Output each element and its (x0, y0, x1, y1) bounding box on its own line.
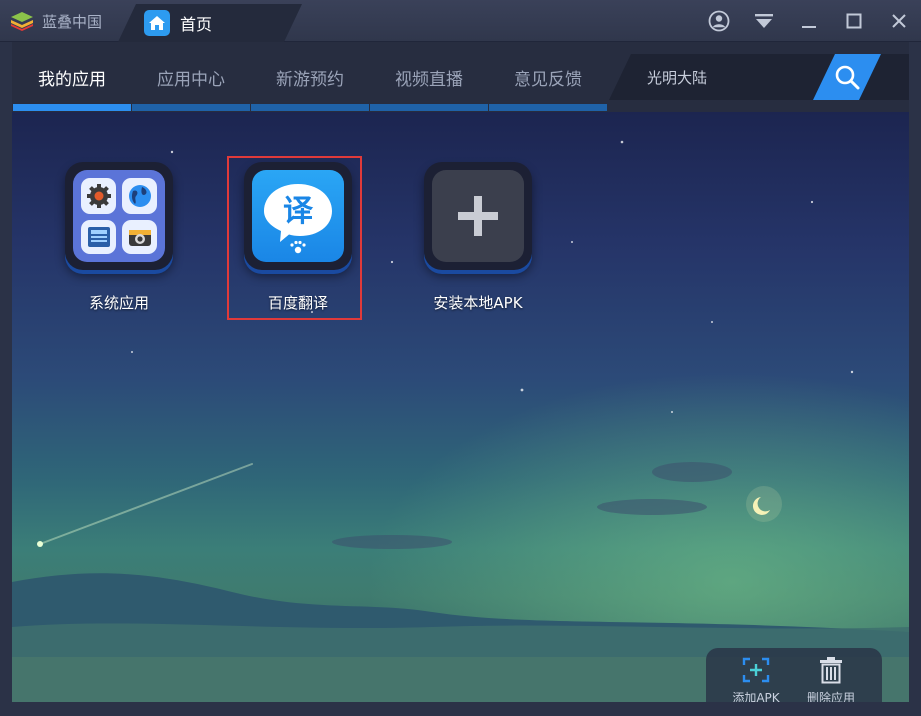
minimize-icon (801, 26, 816, 28)
camera-icon (122, 220, 157, 254)
add-apk-label: 添加APK (732, 691, 780, 702)
search-button[interactable] (813, 54, 881, 100)
trash-icon (820, 657, 842, 684)
minimize-button[interactable] (786, 0, 831, 42)
home-tab-label: 首页 (180, 15, 213, 34)
search-icon (834, 64, 860, 90)
app-tile (424, 162, 532, 270)
tab-home[interactable]: 首页 (118, 4, 302, 42)
app-name: 蓝叠中国 (42, 12, 103, 31)
tab-underline (370, 104, 488, 111)
app-label: 安装本地APK (433, 294, 523, 312)
menu-button[interactable] (741, 0, 786, 42)
add-apk-icon (742, 657, 770, 683)
search-input-text: 光明大陆 (647, 69, 708, 87)
account-button[interactable] (696, 0, 741, 42)
nav-bar: 我的应用 应用中心 新游预约 视频直播 意见反馈 光明大陆 (12, 42, 909, 112)
delete-app-label: 删除应用 (806, 691, 855, 702)
tab-label: 应用中心 (157, 69, 225, 90)
delete-app-button[interactable]: 删除应用 (796, 656, 866, 702)
tab-label: 意见反馈 (514, 69, 582, 90)
dropdown-menu-icon (754, 14, 773, 28)
selection-highlight (227, 156, 362, 320)
app-install-local-apk[interactable]: 安装本地APK (408, 162, 548, 313)
system-apps-icon (73, 170, 165, 262)
tab-my-apps[interactable]: 我的应用 (13, 42, 131, 112)
brand: 蓝叠中国 (0, 0, 140, 42)
home-icon (144, 10, 170, 36)
close-icon (891, 14, 906, 28)
tab-label: 视频直播 (395, 69, 463, 90)
file-manager-icon (81, 220, 116, 254)
search-input[interactable]: 光明大陆 (609, 54, 909, 100)
app-tile (65, 162, 173, 270)
app-label: 系统应用 (88, 294, 149, 312)
tab-underline (132, 104, 250, 111)
maximize-icon (846, 13, 861, 29)
settings-gear-icon (81, 178, 116, 214)
my-apps-panel: 系统应用 译 百度翻译 安装本地APK 添加APK 删除应用 (12, 112, 909, 702)
bottom-dock: 添加APK 删除应用 (706, 648, 882, 702)
window-bottom-border (0, 702, 921, 716)
tab-new-games[interactable]: 新游预约 (251, 42, 369, 112)
user-icon (708, 10, 729, 32)
close-button[interactable] (876, 0, 921, 42)
tab-underline (489, 104, 607, 111)
tab-underline (251, 104, 369, 111)
window-controls (696, 0, 921, 42)
tab-underline (13, 104, 131, 111)
add-apk-button[interactable]: 添加APK (721, 656, 791, 702)
tab-live-video[interactable]: 视频直播 (370, 42, 488, 112)
tab-label: 新游预约 (276, 69, 344, 90)
browser-globe-icon (122, 178, 157, 214)
title-bar: 蓝叠中国 首页 (0, 0, 921, 42)
maximize-button[interactable] (831, 0, 876, 42)
plus-icon (432, 170, 524, 262)
tab-label: 我的应用 (38, 69, 106, 90)
tab-app-center[interactable]: 应用中心 (132, 42, 250, 112)
tab-feedback[interactable]: 意见反馈 (489, 42, 607, 112)
app-system-apps[interactable]: 系统应用 (49, 162, 189, 313)
bluestacks-logo-icon (11, 12, 33, 31)
